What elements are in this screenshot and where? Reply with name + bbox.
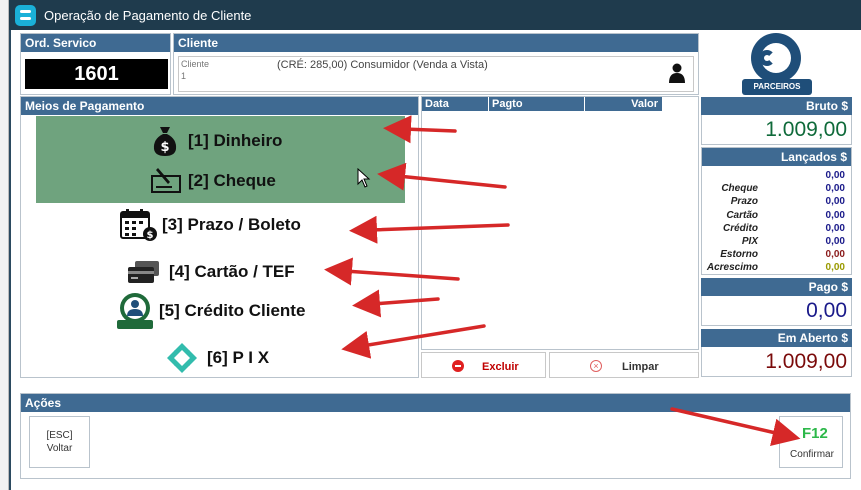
excluir-label: Excluir — [482, 361, 519, 373]
bruto-header: Bruto $ — [701, 97, 852, 115]
payment-cheque-label: [2] Cheque — [188, 171, 276, 190]
col-header-valor[interactable]: Valor — [585, 97, 663, 127]
lancados-row: Crédito 0,00 — [702, 223, 853, 236]
logo-tag: PARCEIROS — [742, 79, 812, 95]
lancados-row: PIX 0,00 — [702, 236, 853, 249]
lancados-key: Acrescimo — [706, 262, 758, 274]
user-icon[interactable] — [669, 63, 685, 83]
esc-key-label: [ESC] — [46, 430, 73, 441]
excluir-button[interactable]: Excluir — [421, 352, 546, 378]
payment-pix-button[interactable]: [6] P I X — [165, 338, 269, 378]
payment-cartao-button[interactable]: [4] Cartão / TEF — [127, 255, 295, 289]
acoes-panel: Ações — [20, 393, 851, 479]
app-icon — [15, 5, 36, 26]
payment-prazo-label: [3] Prazo / Boleto — [162, 215, 301, 234]
bruto-value: 1.009,00 — [701, 115, 852, 145]
em-aberto-header: Em Aberto $ — [701, 329, 852, 347]
lancados-row: 0,00 — [702, 170, 853, 183]
card-icon — [128, 261, 159, 283]
title-bar: Operação de Pagamento de Cliente — [9, 0, 861, 30]
confirmar-button[interactable]: F12 Confirmar — [779, 416, 843, 468]
cliente-code: 1 — [181, 71, 187, 81]
lancados-key: PIX — [741, 236, 758, 247]
meios-header: Meios de Pagamento — [21, 97, 418, 115]
confirmar-label: Confirmar — [790, 449, 834, 460]
ord-servico-panel: Ord. Servico 1601 — [20, 33, 171, 95]
payment-pix-label: [6] P I X — [207, 348, 270, 367]
lancados-header: Lançados $ — [702, 148, 851, 166]
lancados-row: Cartão 0,00 — [702, 210, 853, 223]
voltar-label: Voltar — [46, 443, 73, 454]
payment-credito-label: [5] Crédito Cliente — [159, 301, 306, 320]
em-aberto-panel: Em Aberto $ 1.009,00 — [701, 329, 852, 377]
cliente-field[interactable]: Cliente 1 (CRÉ: 285,00) Consumidor (Vend… — [178, 56, 694, 92]
lancados-value: 0,00 — [825, 170, 845, 181]
bruto-panel: Bruto $ 1.009,00 — [701, 97, 852, 145]
money-bag-icon: $ — [153, 127, 177, 156]
cliente-header: Cliente — [174, 34, 698, 52]
ord-servico-value: 1601 — [25, 59, 168, 89]
f12-key-icon: F12 — [802, 425, 828, 442]
lancados-panel: Lançados $ 0,00 Cheque 0,00 Prazo 0,00 Cartão… — [701, 147, 852, 275]
payment-prazo-button[interactable]: $ [3] Prazo / Boleto — [120, 207, 301, 243]
lancados-value: 0,00 — [825, 236, 845, 247]
col-header-data[interactable]: Data — [422, 97, 489, 127]
limpar-button[interactable]: × Limpar — [549, 352, 699, 378]
background-window-strip — [0, 0, 9, 490]
lancados-value: 0,00 — [825, 249, 845, 261]
pago-value: 0,00 — [701, 296, 852, 326]
cheque-icon — [151, 168, 181, 193]
window-title: Operação de Pagamento de Cliente — [44, 8, 252, 23]
svg-text:$: $ — [160, 140, 169, 155]
lancados-key: Cartão — [726, 209, 758, 221]
payment-cheque-button[interactable]: [2] Cheque — [150, 162, 276, 200]
lancados-key: Prazo — [730, 196, 758, 208]
logo-c-mark — [759, 50, 775, 66]
pix-icon — [167, 343, 197, 373]
pago-header: Pago $ — [701, 278, 852, 296]
parceiros-logo: PARCEIROS — [742, 33, 812, 97]
lancados-row: Cheque 0,00 — [702, 183, 853, 196]
remove-icon — [452, 360, 464, 372]
lancados-value: 0,00 — [825, 262, 845, 274]
acoes-header: Ações — [21, 394, 850, 412]
payment-cartao-label: [4] Cartão / TEF — [169, 262, 295, 281]
payment-dinheiro-button[interactable]: $ [1] Dinheiro — [152, 120, 282, 162]
lancados-row: Acrescimo 0,00 — [702, 262, 853, 275]
lancados-row: Prazo 0,00 — [702, 196, 853, 209]
em-aberto-value: 1.009,00 — [701, 347, 852, 377]
payment-credito-button[interactable]: [5] Crédito Cliente — [115, 291, 305, 331]
calendar-icon: $ — [120, 209, 157, 241]
lancados-value: 0,00 — [825, 209, 845, 221]
clear-icon: × — [590, 360, 602, 372]
limpar-label: Limpar — [622, 361, 659, 373]
svg-text:$: $ — [147, 230, 154, 241]
cliente-name: (CRÉ: 285,00) Consumidor (Venda a Vista) — [277, 59, 488, 71]
cliente-field-label: Cliente — [181, 59, 210, 69]
ord-servico-header: Ord. Servico — [21, 34, 170, 52]
cliente-panel: Cliente Cliente 1 (CRÉ: 285,00) Consumid… — [173, 33, 699, 95]
payments-table: Data Pagto Valor — [421, 96, 699, 350]
voltar-button[interactable]: [ESC] Voltar — [29, 416, 90, 468]
lancados-key: Estorno — [720, 249, 758, 261]
lancados-value: 0,00 — [825, 183, 845, 195]
lancados-value: 0,00 — [825, 222, 845, 234]
col-header-pagto[interactable]: Pagto — [489, 97, 585, 127]
lancados-key: Crédito — [723, 222, 758, 234]
lancados-row: Estorno 0,00 — [702, 249, 853, 262]
mouse-cursor-icon — [357, 168, 371, 188]
payment-dinheiro-label: [1] Dinheiro — [188, 131, 283, 150]
lancados-key: Cheque — [721, 183, 758, 195]
lancados-value: 0,00 — [825, 196, 845, 208]
credit-client-icon — [117, 293, 153, 329]
pago-panel: Pago $ 0,00 — [701, 278, 852, 326]
